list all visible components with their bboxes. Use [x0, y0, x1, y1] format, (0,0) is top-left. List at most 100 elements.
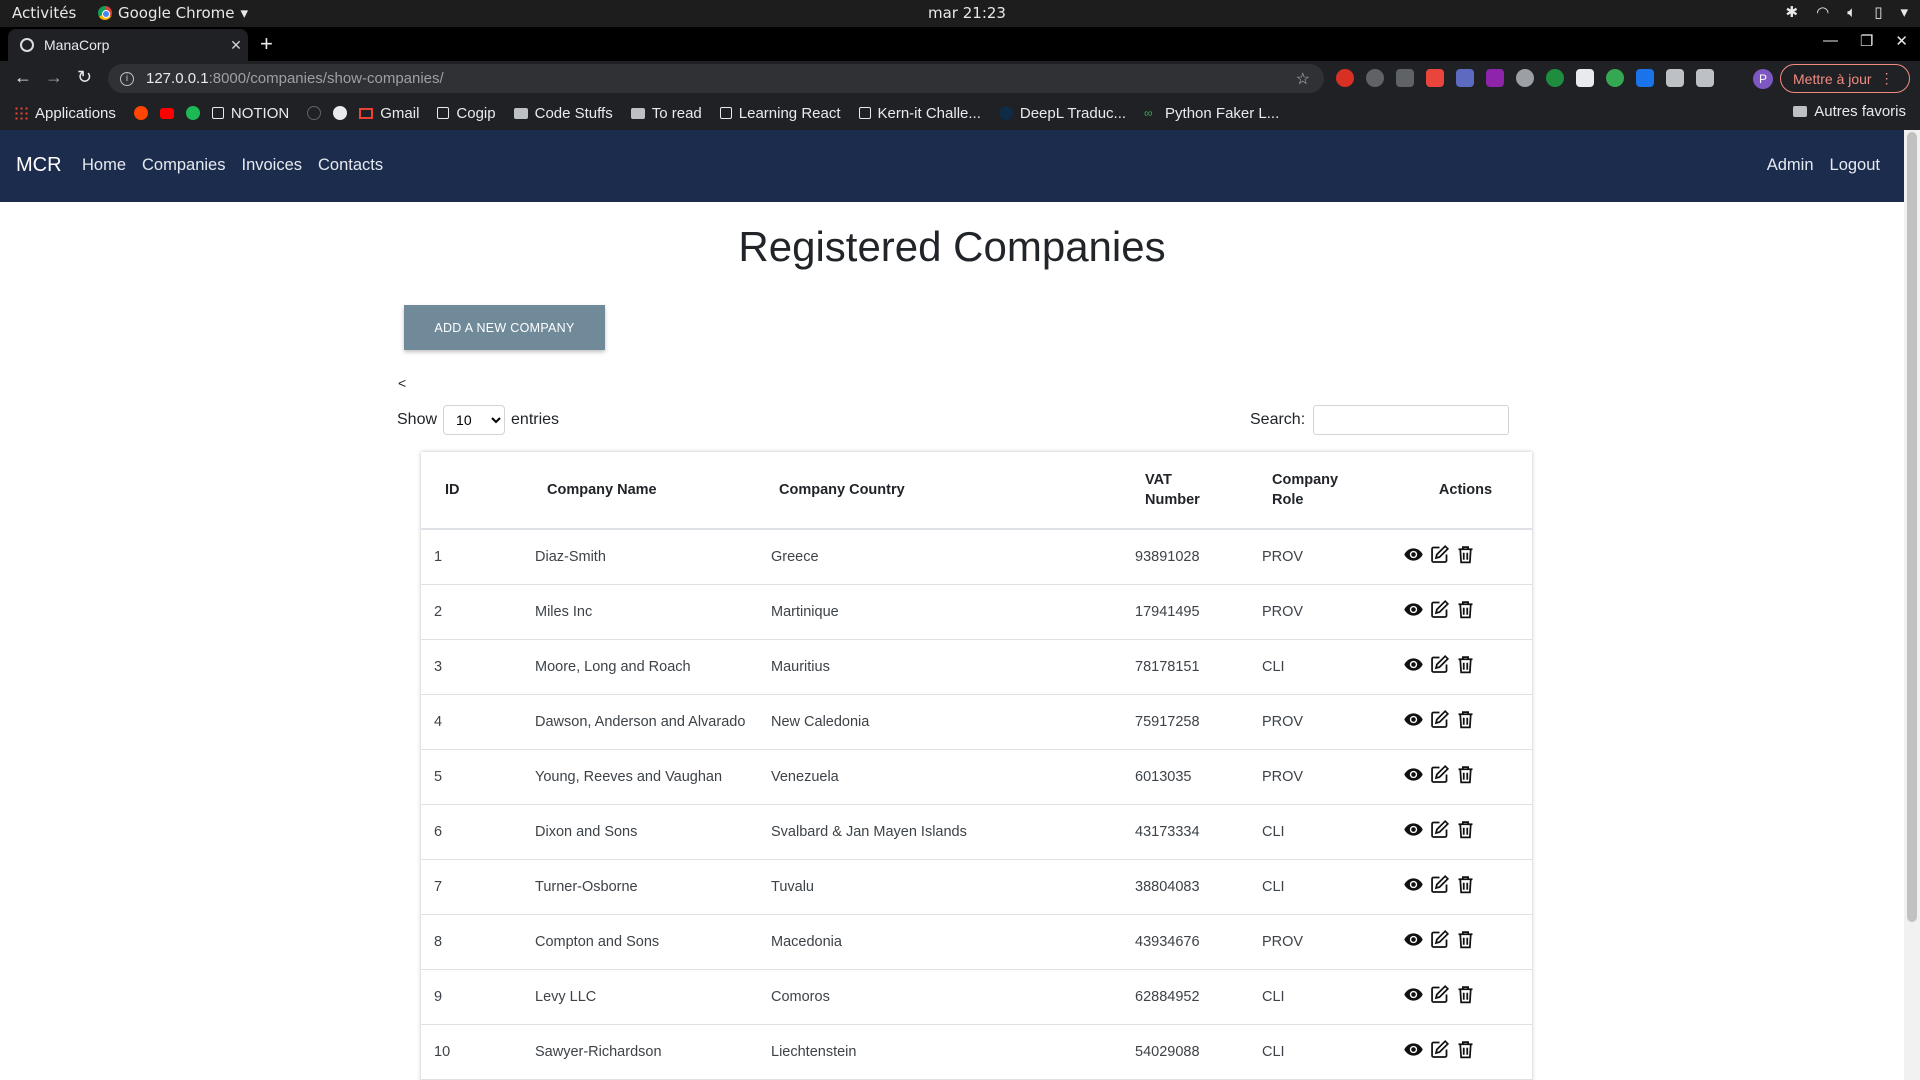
eye-icon[interactable] [1403, 984, 1424, 1009]
extension-icon[interactable] [1336, 69, 1354, 87]
trash-icon[interactable] [1455, 544, 1476, 569]
clock[interactable]: mar 21:23 [928, 4, 1006, 22]
search-input[interactable] [1313, 405, 1510, 435]
trash-icon[interactable] [1455, 819, 1476, 844]
edit-icon[interactable] [1429, 599, 1450, 624]
info-icon[interactable]: i [120, 71, 134, 86]
bookmark-youtube[interactable] [159, 107, 174, 119]
header-id[interactable]: ID [421, 452, 535, 530]
extension-icon[interactable] [1636, 69, 1654, 87]
extension-icon[interactable] [1426, 69, 1444, 87]
trash-icon[interactable] [1455, 764, 1476, 789]
bookmark-reddit[interactable] [133, 106, 148, 120]
nav-links: Home Companies Invoices Contacts [82, 156, 383, 175]
address-bar[interactable]: i 127.0.0.1:8000/companies/show-companie… [108, 64, 1324, 93]
reading-list-icon[interactable] [1696, 69, 1714, 87]
extension-icon[interactable] [1546, 69, 1564, 87]
trash-icon[interactable] [1455, 654, 1476, 679]
profile-avatar[interactable]: P [1753, 69, 1773, 89]
header-company-role[interactable]: Company Role [1262, 452, 1399, 530]
eye-icon[interactable] [1403, 764, 1424, 789]
new-tab-button[interactable]: + [260, 31, 273, 57]
bookmark-code-stuffs[interactable]: Code Stuffs [513, 105, 613, 122]
bookmark-notion[interactable]: NOTION [211, 105, 289, 122]
back-link[interactable]: < [398, 375, 406, 391]
bookmark-deepl[interactable]: DeepL Traduc... [998, 105, 1126, 122]
page-length-select[interactable]: 10 [443, 405, 506, 435]
other-bookmarks[interactable]: Autres favoris [1793, 103, 1906, 120]
forward-arrow-icon[interactable]: → [45, 67, 63, 88]
header-company-name[interactable]: Company Name [535, 452, 771, 530]
bookmark-openai[interactable] [333, 106, 348, 120]
extension-icon[interactable] [1486, 69, 1504, 87]
bookmark-to-read[interactable]: To read [630, 105, 702, 122]
eye-icon[interactable] [1403, 709, 1424, 734]
trash-icon[interactable] [1455, 599, 1476, 624]
bookmark-applications[interactable]: Applications [14, 105, 116, 122]
eye-icon[interactable] [1403, 929, 1424, 954]
trash-icon[interactable] [1455, 874, 1476, 899]
trash-icon[interactable] [1455, 1039, 1476, 1064]
edit-icon[interactable] [1429, 984, 1450, 1009]
minimize-icon[interactable]: — [1823, 32, 1838, 50]
extension-icon[interactable] [1366, 69, 1384, 87]
add-company-button[interactable]: ADD A NEW COMPANY [404, 305, 605, 350]
restore-icon[interactable]: ❐ [1860, 32, 1873, 50]
nav-home[interactable]: Home [82, 156, 126, 175]
nav-invoices[interactable]: Invoices [241, 156, 302, 175]
eye-icon[interactable] [1403, 874, 1424, 899]
edit-icon[interactable] [1429, 709, 1450, 734]
trash-icon[interactable] [1455, 984, 1476, 1009]
bookmark-spotify[interactable] [185, 106, 200, 120]
scrollbar-thumb[interactable] [1907, 132, 1917, 922]
bookmarks-bar: Applications NOTION Gmail Cogip Code Stu… [0, 96, 1920, 130]
row-actions [1399, 749, 1532, 805]
update-button[interactable]: Mettre à jour ⋮ [1780, 64, 1910, 93]
reload-icon[interactable]: ↻ [77, 67, 92, 88]
system-tray[interactable]: ✱ ◠ 🔈︎ ▯ ▾ [1786, 3, 1908, 21]
browser-tab[interactable]: ManaCorp ✕ [8, 29, 248, 61]
extension-icon[interactable] [1576, 69, 1594, 87]
edit-icon[interactable] [1429, 929, 1450, 954]
close-window-icon[interactable]: ✕ [1895, 32, 1908, 50]
bookmark-star-icon[interactable]: ☆ [1296, 69, 1310, 89]
bookmark-label: Python Faker L... [1165, 104, 1280, 122]
extension-icon[interactable] [1456, 69, 1474, 87]
edit-icon[interactable] [1429, 544, 1450, 569]
app-menu[interactable]: Google Chrome ▾ [98, 4, 248, 22]
nav-companies[interactable]: Companies [142, 156, 225, 175]
activities-button[interactable]: Activités [12, 4, 76, 22]
extension-icon[interactable] [1606, 69, 1624, 87]
edit-icon[interactable] [1429, 1039, 1450, 1064]
bookmark-github[interactable] [307, 106, 322, 120]
nav-logout[interactable]: Logout [1830, 156, 1880, 175]
puzzle-icon[interactable] [1666, 69, 1684, 87]
eye-icon[interactable] [1403, 599, 1424, 624]
nav-admin[interactable]: Admin [1767, 156, 1814, 175]
extension-icon[interactable] [1396, 69, 1414, 87]
edit-icon[interactable] [1429, 874, 1450, 899]
eye-icon[interactable] [1403, 819, 1424, 844]
edit-icon[interactable] [1429, 819, 1450, 844]
edit-icon[interactable] [1429, 764, 1450, 789]
extension-icon[interactable] [1516, 69, 1534, 87]
bookmark-learning-react[interactable]: Learning React [719, 105, 841, 122]
bookmark-cogip[interactable]: Cogip [437, 105, 496, 122]
nav-contacts[interactable]: Contacts [318, 156, 383, 175]
eye-icon[interactable] [1403, 654, 1424, 679]
edit-icon[interactable] [1429, 654, 1450, 679]
back-arrow-icon[interactable]: ← [14, 67, 32, 88]
brand-logo[interactable]: MCR [16, 154, 62, 177]
header-company-country[interactable]: Company Country [771, 452, 1135, 530]
row-vat-number: 54029088 [1135, 1024, 1262, 1080]
bookmark-kern-it[interactable]: Kern-it Challe... [858, 105, 981, 122]
close-tab-icon[interactable]: ✕ [224, 37, 248, 54]
eye-icon[interactable] [1403, 1039, 1424, 1064]
bookmark-python-faker[interactable]: ∞ Python Faker L... [1144, 105, 1279, 122]
trash-icon[interactable] [1455, 929, 1476, 954]
row-company-country: Comoros [771, 969, 1135, 1025]
trash-icon[interactable] [1455, 709, 1476, 734]
header-vat-number[interactable]: VAT Number [1135, 452, 1262, 530]
eye-icon[interactable] [1403, 544, 1424, 569]
bookmark-gmail[interactable]: Gmail [359, 105, 419, 122]
